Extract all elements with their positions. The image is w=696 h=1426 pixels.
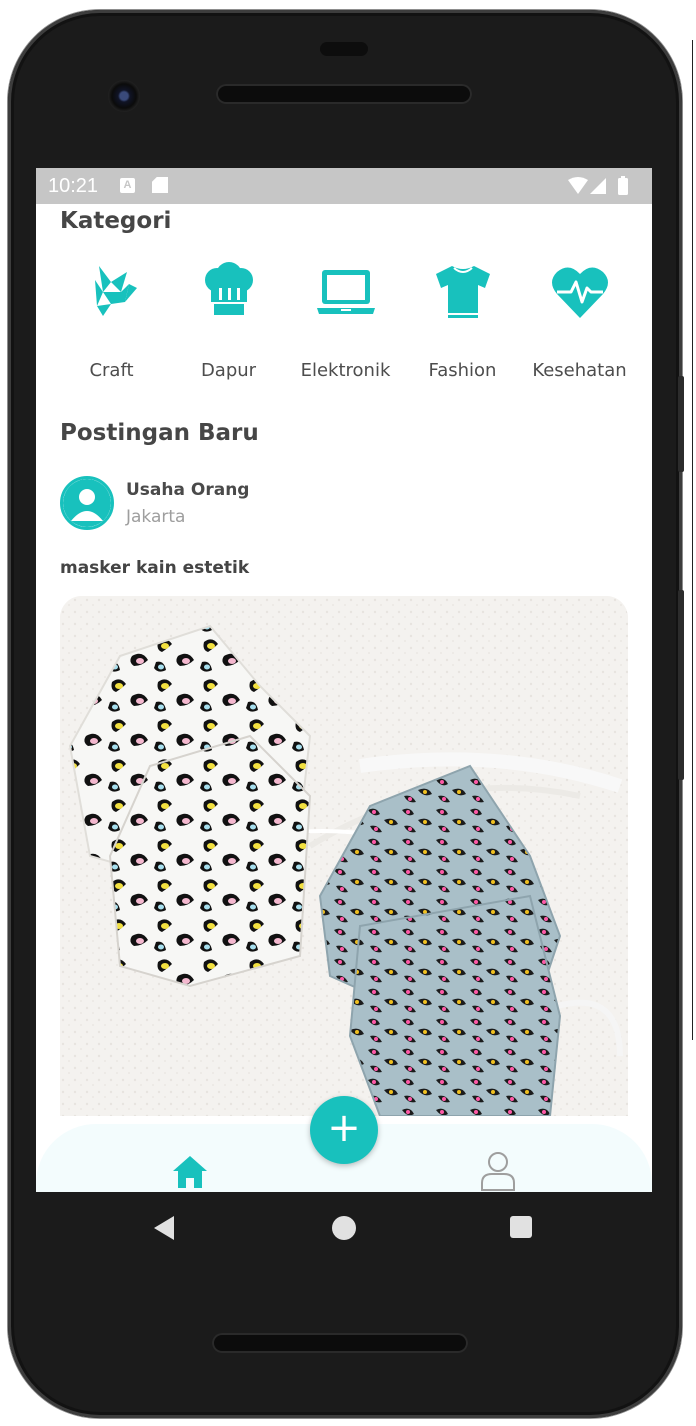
tshirt-icon — [436, 266, 490, 318]
category-fashion[interactable]: Fashion — [404, 262, 521, 382]
category-kesehatan[interactable]: Kesehatan — [521, 262, 638, 382]
cell-signal-icon — [590, 178, 606, 194]
chef-hat-icon — [205, 262, 253, 315]
category-label: Kesehatan — [532, 360, 627, 381]
top-sensor — [320, 42, 368, 56]
sd-card-icon — [152, 177, 168, 193]
leopard-mask-photo — [60, 596, 628, 1116]
battery-icon — [618, 178, 628, 195]
heart-pulse-icon — [552, 267, 608, 318]
notification-a-icon: A — [120, 178, 135, 193]
volume-button — [678, 590, 684, 780]
post-image[interactable] — [60, 596, 628, 1116]
home-icon[interactable] — [170, 1152, 210, 1192]
scroll-content[interactable]: Kategori Craft Dapur Elektronik Fashion … — [36, 204, 652, 1192]
back-icon[interactable] — [152, 1214, 176, 1242]
category-elektronik[interactable]: Elektronik — [287, 262, 404, 382]
avatar-person-icon — [63, 479, 111, 527]
power-button — [678, 376, 684, 472]
front-camera — [108, 80, 140, 112]
profile-icon[interactable] — [478, 1150, 518, 1192]
category-label: Elektronik — [300, 360, 391, 381]
category-craft[interactable]: Craft — [53, 262, 170, 382]
category-label: Fashion — [428, 360, 497, 381]
post-user-name[interactable]: Usaha Orang — [126, 480, 249, 500]
bottom-speaker — [212, 1333, 468, 1353]
status-icons — [568, 176, 628, 195]
category-dapur[interactable]: Dapur — [170, 262, 287, 382]
category-label: Craft — [89, 360, 134, 381]
laptop-icon — [317, 270, 375, 314]
new-posts-title: Postingan Baru — [60, 420, 259, 446]
app-screen: 10:21 A Kategori Craft Dapur Elektronik … — [36, 168, 652, 1192]
add-post-button[interactable]: + — [310, 1096, 378, 1164]
frame-edge — [692, 40, 693, 1040]
categories-title: Kategori — [60, 208, 172, 234]
origami-bird-icon — [95, 266, 137, 316]
earpiece-speaker — [216, 84, 472, 104]
user-avatar[interactable] — [60, 476, 114, 530]
android-home-button[interactable] — [332, 1216, 356, 1240]
post-user-location: Jakarta — [126, 507, 186, 527]
status-time: 10:21 — [48, 175, 99, 197]
wifi-icon — [568, 177, 588, 194]
post-title[interactable]: masker kain estetik — [60, 558, 249, 578]
status-bar: 10:21 A — [36, 168, 652, 204]
category-label: Dapur — [200, 360, 257, 381]
recent-apps-button[interactable] — [510, 1216, 532, 1238]
